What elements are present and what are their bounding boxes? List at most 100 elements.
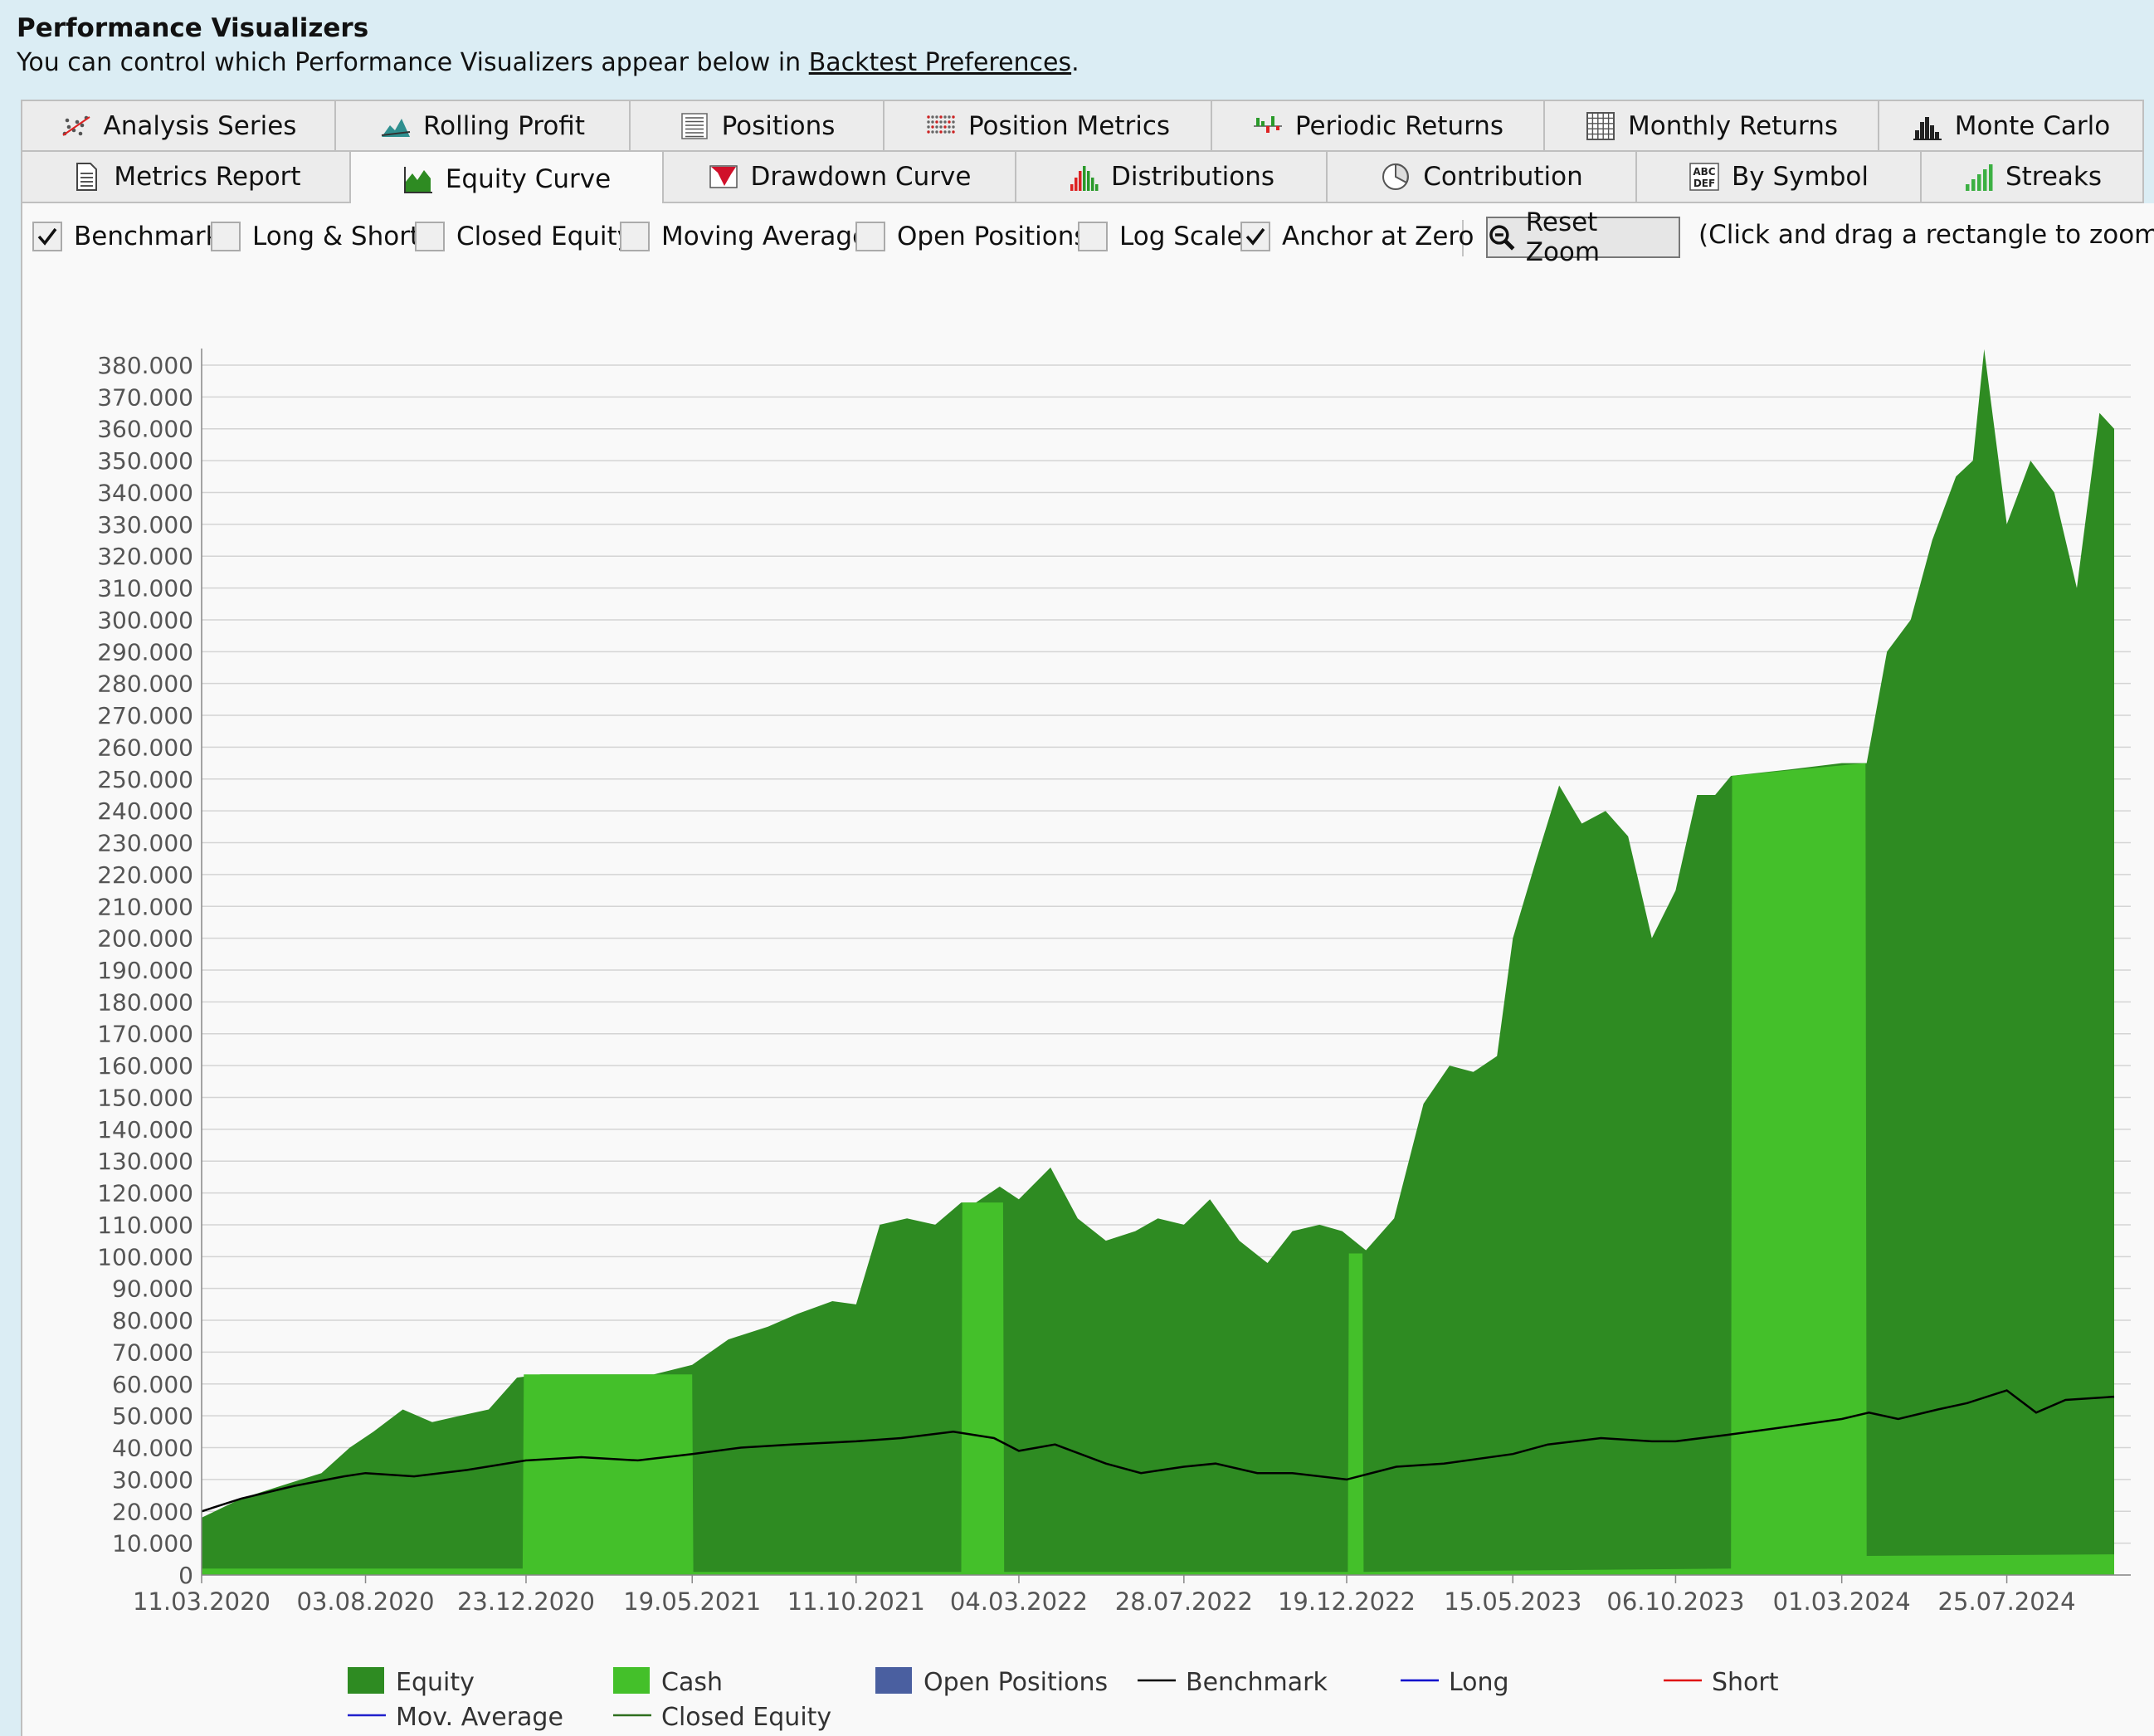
y-tick-label: 130.000 — [97, 1148, 193, 1175]
legend-swatch — [875, 1667, 912, 1694]
checkbox-long-short[interactable]: Long & Short — [211, 222, 420, 251]
legend-benchmark[interactable]: Benchmark — [1138, 1668, 1328, 1697]
page-subtitle: You can control which Performance Visual… — [17, 48, 1079, 77]
y-tick-label: 290.000 — [97, 638, 193, 666]
y-tick-label: 40.000 — [112, 1435, 193, 1462]
y-tick-label: 50.000 — [112, 1402, 193, 1430]
checkbox-closed-equity[interactable]: Closed Equity — [415, 222, 632, 251]
y-tick-label: 270.000 — [97, 702, 193, 729]
legend-closed-equity[interactable]: Closed Equity — [613, 1703, 831, 1732]
tab-analysis-series[interactable]: Analysis Series — [21, 100, 336, 152]
legend-open-positions[interactable]: Open Positions — [875, 1667, 1108, 1697]
y-tick-label: 300.000 — [97, 607, 193, 634]
legend-label: Equity — [396, 1668, 475, 1697]
legend-label: Short — [1712, 1668, 1779, 1697]
checkbox-empty-icon[interactable] — [415, 222, 445, 251]
x-tick-label: 01.03.2024 — [1773, 1587, 1911, 1616]
checkbox-empty-icon[interactable] — [1078, 222, 1108, 251]
dots-icon — [927, 115, 955, 134]
grid-icon — [1586, 111, 1615, 140]
x-tick-label: 25.07.2024 — [1938, 1587, 2076, 1616]
legend-equity[interactable]: Equity — [348, 1667, 475, 1697]
y-tick-label: 260.000 — [97, 734, 193, 761]
tab-monte-carlo[interactable]: Monte Carlo — [1878, 100, 2144, 152]
checkbox-empty-icon[interactable] — [620, 222, 650, 251]
tab-rolling-profit[interactable]: Rolling Profit — [334, 100, 631, 152]
y-tick-label: 80.000 — [112, 1307, 193, 1334]
y-tick-label: 240.000 — [97, 797, 193, 825]
x-tick-label: 28.07.2022 — [1115, 1587, 1253, 1616]
document-icon — [76, 163, 98, 191]
tab-periodic-returns[interactable]: Periodic Returns — [1211, 100, 1545, 152]
x-tick-label: 04.03.2022 — [950, 1587, 1088, 1616]
backtest-preferences-link[interactable]: Backtest Preferences — [809, 48, 1071, 77]
tab-positions[interactable]: Positions — [629, 100, 885, 152]
legend-label: Long — [1449, 1668, 1509, 1697]
checkbox-open-positions[interactable]: Open Positions — [855, 222, 1088, 251]
checkmark-icon[interactable] — [32, 222, 62, 251]
y-tick-label: 0 — [178, 1562, 193, 1589]
x-tick-label: 19.12.2022 — [1278, 1587, 1416, 1616]
equity-chart[interactable]: 0 10.000 20.000 30.000 40.000 50.000 60.000 70.… — [22, 271, 2154, 1736]
tab-distributions[interactable]: Distributions — [1015, 150, 1328, 203]
tab-drawdown-curve[interactable]: Drawdown Curve — [662, 150, 1016, 203]
area-chart-icon — [403, 167, 432, 193]
y-tick-label: 60.000 — [112, 1371, 193, 1398]
y-tick-label: 330.000 — [97, 511, 193, 539]
checkbox-anchor-at-zero[interactable]: Anchor at Zero — [1240, 222, 1474, 251]
y-tick-label: 20.000 — [112, 1498, 193, 1525]
mountain-icon — [381, 118, 411, 137]
y-tick-label: 190.000 — [97, 957, 193, 984]
legend-label: Benchmark — [1186, 1668, 1328, 1697]
legend-mov-average[interactable]: Mov. Average — [348, 1703, 563, 1732]
drawdown-icon — [709, 165, 738, 188]
y-tick-label: 10.000 — [112, 1530, 193, 1558]
checkbox-log-scale[interactable]: Log Scale — [1078, 222, 1243, 251]
page-title: Performance Visualizers — [17, 13, 369, 43]
y-tick-label: 170.000 — [97, 1021, 193, 1048]
tab-position-metrics[interactable]: Position Metrics — [883, 100, 1212, 152]
x-tick-label: 19.05.2021 — [623, 1587, 761, 1616]
y-tick-label: 150.000 — [97, 1084, 193, 1111]
x-tick-label: 23.12.2020 — [457, 1587, 595, 1616]
checkbox-benchmark[interactable]: Benchmark — [32, 222, 221, 251]
svg-text:ABC: ABC — [1693, 166, 1715, 178]
checkbox-empty-icon[interactable] — [855, 222, 885, 251]
x-tick-label: 11.03.2020 — [133, 1587, 270, 1616]
legend-swatch — [348, 1667, 384, 1694]
x-tick-label: 15.05.2023 — [1444, 1587, 1581, 1616]
streaks-icon — [1965, 164, 1993, 191]
tab-contribution[interactable]: Contribution — [1326, 150, 1637, 203]
legend-label: Closed Equity — [661, 1703, 831, 1732]
abc-icon: ABCDEF — [1689, 163, 1719, 191]
y-tick-label: 180.000 — [97, 988, 193, 1016]
tab-by-symbol[interactable]: ABC DEF By Symbol — [1635, 150, 1922, 203]
tab-metrics-report[interactable]: Metrics Report — [21, 150, 351, 203]
scatter-icon — [61, 115, 90, 136]
zoom-hint: (Click and drag a rectangle to zoom in) — [1698, 220, 2154, 250]
bars-icon — [1253, 115, 1282, 133]
legend-cash[interactable]: Cash — [613, 1667, 723, 1697]
checkbox-empty-icon[interactable] — [211, 222, 241, 251]
tab-monthly-returns[interactable]: Monthly Returns — [1543, 100, 1879, 152]
y-tick-label: 70.000 — [112, 1339, 193, 1366]
y-tick-label: 230.000 — [97, 830, 193, 857]
reset-zoom-button[interactable]: Reset Zoom — [1486, 207, 1680, 267]
pie-icon — [1382, 163, 1410, 190]
chart-toolbar: Reset Zoom (Click and drag a rectangle t… — [22, 203, 2154, 270]
checkbox-moving-average[interactable]: Moving Average — [620, 222, 868, 251]
equity-curve-panel: Reset Zoom (Click and drag a rectangle t… — [21, 203, 2154, 1736]
x-tick-label: 11.10.2021 — [787, 1587, 925, 1616]
tab-equity-curve[interactable]: Equity Curve — [349, 150, 664, 207]
legend-short[interactable]: Short — [1664, 1668, 1779, 1697]
legend-swatch — [613, 1667, 650, 1694]
y-tick-label: 250.000 — [97, 766, 193, 793]
checkmark-icon[interactable] — [1240, 222, 1270, 251]
x-tick-label: 03.08.2020 — [297, 1587, 435, 1616]
legend-long[interactable]: Long — [1401, 1668, 1509, 1697]
y-tick-label: 220.000 — [97, 861, 193, 889]
y-tick-label: 140.000 — [97, 1116, 193, 1144]
distribution-icon — [1070, 166, 1099, 191]
tab-streaks[interactable]: Streaks — [1920, 150, 2144, 203]
y-tick-label: 110.000 — [97, 1212, 193, 1239]
